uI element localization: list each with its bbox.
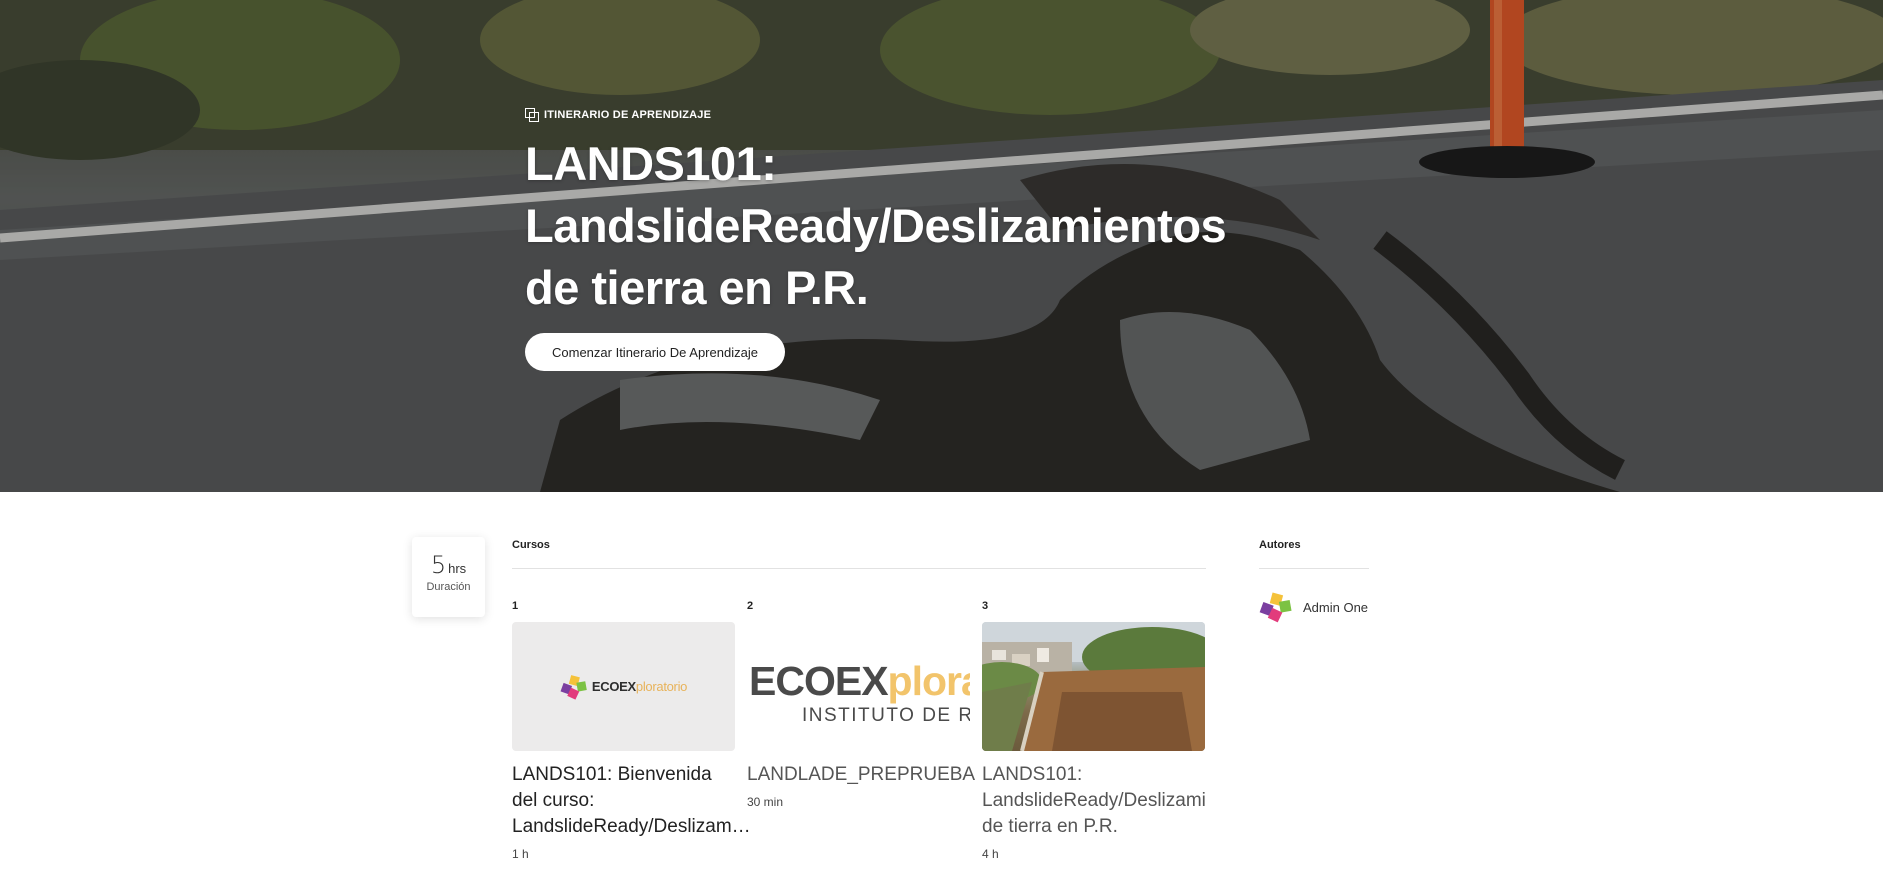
start-learning-path-button[interactable]: Comenzar Itinerario De Aprendizaje xyxy=(525,333,785,371)
thumbnail-logo-text: ECOEXploratorio xyxy=(591,679,688,694)
page-title-line-3: de tierra en P.R. xyxy=(525,261,869,314)
course-thumbnail[interactable]: ECOEXploratorio xyxy=(512,622,735,751)
course-duration: 4 h xyxy=(982,847,999,861)
learning-path-label-text: ITINERARIO DE APRENDIZAJE xyxy=(544,108,712,121)
course-title[interactable]: LANDLADE_PREPRUEBA xyxy=(747,762,975,788)
learning-path-icon xyxy=(525,108,539,122)
duration-value: 5 xyxy=(430,551,447,579)
course-duration: 30 min xyxy=(747,795,784,809)
course-card-3[interactable]: 3 LANDS101: LandslideReady/Deslizamie de… xyxy=(982,600,1206,861)
courses-divider xyxy=(512,568,1206,569)
course-thumbnail[interactable]: ECOEXplorat INSTITUTO DE RES xyxy=(747,622,970,751)
author-item[interactable]: Admin One xyxy=(1259,591,1368,623)
ecoexploratorio-logo-icon xyxy=(1259,592,1292,623)
hero-banner: ITINERARIO DE APRENDIZAJE LANDS101: Land… xyxy=(0,0,1883,492)
authors-divider xyxy=(1259,568,1369,569)
page-title: LANDS101: LandslideReady/Deslizamientos … xyxy=(525,133,1285,319)
course-title[interactable]: LANDS101: LandslideReady/Deslizamie de t… xyxy=(982,762,1206,840)
course-index: 2 xyxy=(747,600,754,612)
duration-unit: hrs xyxy=(448,561,467,576)
course-card-2[interactable]: 2 ECOEXplorat INSTITUTO DE RES LANDLADE_… xyxy=(747,600,975,809)
page-title-line-2: LandslideReady/Deslizamientos xyxy=(525,199,1227,252)
courses-heading: Cursos xyxy=(512,539,550,551)
course-duration: 1 h xyxy=(512,847,529,861)
hero-content: ITINERARIO DE APRENDIZAJE LANDS101: Land… xyxy=(525,108,1285,371)
course-index: 3 xyxy=(982,600,989,612)
ecoexploratorio-logo-icon xyxy=(560,674,587,700)
duration-label: Duración xyxy=(426,581,471,593)
authors-heading: Autores xyxy=(1259,539,1301,551)
course-card-1[interactable]: 1 ECOEXploratorio LANDS101: Bienvenida d… xyxy=(512,600,751,861)
course-index: 1 xyxy=(512,600,519,612)
landslide-photo xyxy=(982,622,1205,751)
course-thumbnail[interactable] xyxy=(982,622,1205,751)
author-name[interactable]: Admin One xyxy=(1303,600,1368,615)
duration-card: 5 hrs Duración xyxy=(412,537,485,617)
page-title-line-1: LANDS101: xyxy=(525,137,777,190)
thumbnail-logo-text: ECOEXplorat xyxy=(749,658,970,704)
course-title[interactable]: LANDS101: Bienvenida del curso: Landslid… xyxy=(512,762,751,840)
thumbnail-subtitle: INSTITUTO DE RES xyxy=(802,705,970,726)
learning-path-label: ITINERARIO DE APRENDIZAJE xyxy=(525,108,1285,122)
